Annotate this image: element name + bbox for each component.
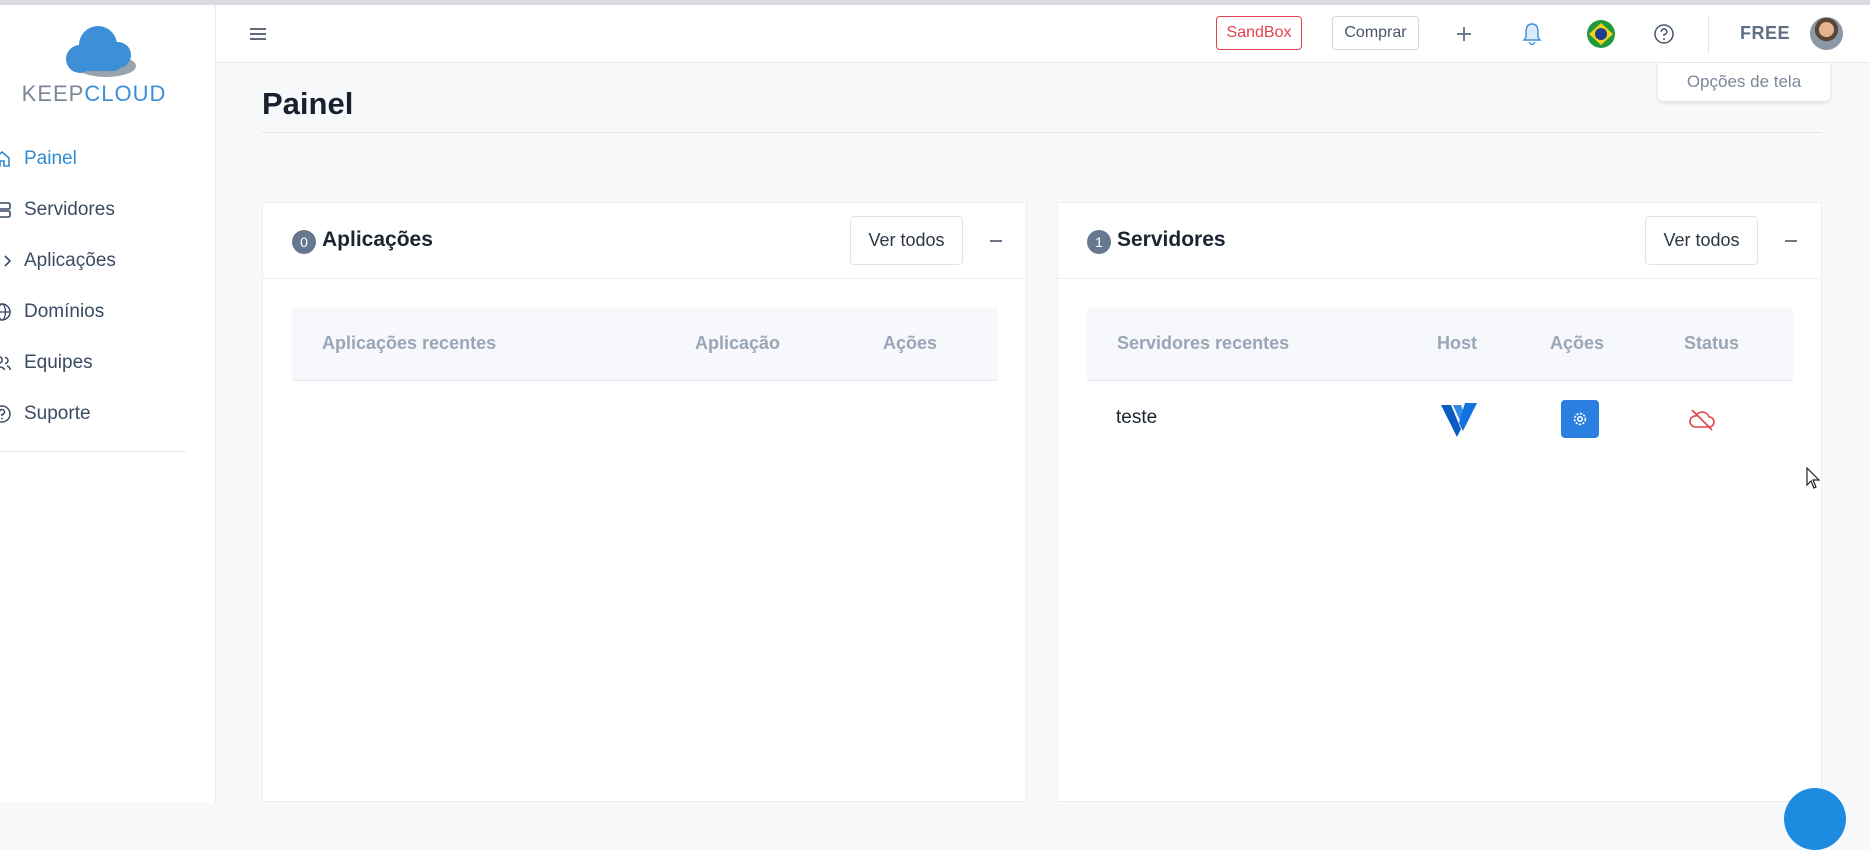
sidebar-item-label: Domínios: [24, 300, 105, 322]
sidebar-nav: Painel Servidores Aplicações Domínios Eq…: [0, 133, 215, 439]
column-header: Status: [1684, 333, 1740, 353]
count-badge: 0: [292, 230, 316, 254]
card-title: Aplicações: [322, 228, 433, 251]
home-icon: [0, 148, 22, 170]
bell-icon[interactable]: [1519, 21, 1545, 47]
logo-wordmark: KEEPCLOUD: [8, 81, 180, 107]
buy-button[interactable]: Comprar: [1332, 16, 1419, 50]
brazil-flag-icon[interactable]: [1586, 19, 1616, 49]
menu-icon[interactable]: [246, 22, 270, 46]
help-icon[interactable]: [1651, 21, 1677, 47]
column-header: Aplicação: [695, 333, 781, 353]
sidebar-item-dominios[interactable]: Domínios: [0, 286, 215, 337]
server-icon: [0, 199, 22, 221]
code-icon: [0, 250, 22, 272]
applications-card: 0 Aplicações Ver todos Aplicações recent…: [262, 202, 1027, 802]
logo-text-keep: KEEP: [21, 81, 85, 106]
sidebar: KEEPCLOUD Painel Servidores Aplicações D…: [0, 5, 216, 802]
sidebar-item-label: Servidores: [24, 198, 115, 220]
table-header: Aplicações recentes Aplicação Ações: [292, 308, 998, 381]
sidebar-divider: [0, 451, 186, 452]
sidebar-item-painel[interactable]: Painel: [0, 133, 215, 184]
vultr-logo-icon: [1439, 399, 1479, 439]
logo-text-cloud: CLOUD: [84, 81, 167, 106]
mouse-cursor-icon: [1806, 466, 1822, 491]
plus-icon[interactable]: [1451, 21, 1477, 47]
users-icon: [0, 352, 22, 374]
collapse-icon[interactable]: [1781, 231, 1801, 251]
collapse-icon[interactable]: [986, 231, 1006, 251]
globe-icon: [0, 301, 22, 323]
chat-button[interactable]: [1784, 788, 1846, 850]
keepcloud-logo[interactable]: KEEPCLOUD: [8, 21, 178, 111]
topbar-divider: [1708, 15, 1709, 53]
page-title: Painel: [262, 86, 354, 121]
table-header: Servidores recentes Host Ações Status: [1087, 308, 1793, 381]
sidebar-item-servidores[interactable]: Servidores: [0, 184, 215, 235]
sidebar-item-label: Painel: [24, 147, 77, 169]
cloud-logo-icon: [66, 26, 136, 77]
help-icon: [0, 403, 22, 425]
card-header: 0 Aplicações Ver todos: [263, 203, 1026, 279]
server-name[interactable]: teste: [1116, 407, 1157, 429]
title-divider: [262, 132, 1822, 133]
column-header: Ações: [883, 333, 938, 353]
avatar[interactable]: [1810, 17, 1843, 50]
column-header: Host: [1437, 333, 1477, 353]
view-all-button[interactable]: Ver todos: [850, 216, 963, 265]
sidebar-item-label: Equipes: [24, 351, 93, 373]
column-header: Aplicações recentes: [322, 333, 497, 353]
sidebar-item-suporte[interactable]: Suporte: [0, 388, 215, 439]
sandbox-button[interactable]: SandBox: [1216, 16, 1302, 50]
sidebar-item-label: Aplicações: [24, 249, 116, 271]
sidebar-item-equipes[interactable]: Equipes: [0, 337, 215, 388]
card-header: 1 Servidores Ver todos: [1058, 203, 1821, 279]
card-title: Servidores: [1117, 228, 1226, 251]
server-settings-button[interactable]: [1561, 400, 1599, 438]
servers-card: 1 Servidores Ver todos Servidores recent…: [1057, 202, 1822, 802]
cloud-offline-icon: [1688, 407, 1716, 433]
sidebar-item-aplicacoes[interactable]: Aplicações: [0, 235, 215, 286]
view-all-button[interactable]: Ver todos: [1645, 216, 1758, 265]
sidebar-item-label: Suporte: [24, 402, 91, 424]
column-header: Ações: [1550, 333, 1605, 353]
column-header: Servidores recentes: [1117, 333, 1290, 353]
gear-icon: [1573, 412, 1587, 426]
screen-options-button[interactable]: Opções de tela: [1658, 63, 1830, 101]
count-badge: 1: [1087, 230, 1111, 254]
top-bar: SandBox Comprar FREE: [216, 5, 1870, 63]
plan-label[interactable]: FREE: [1740, 23, 1790, 44]
